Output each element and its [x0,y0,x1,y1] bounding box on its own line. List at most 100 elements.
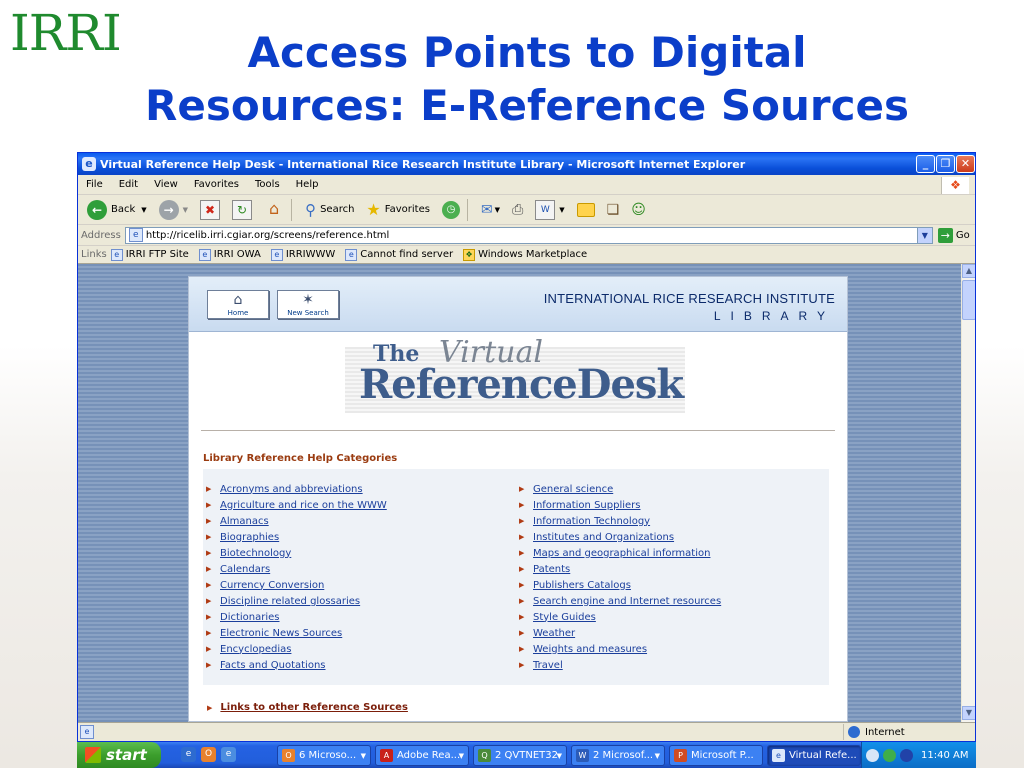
category-patents[interactable]: ▶ Patents [519,561,819,577]
group-dropdown-icon[interactable]: ▼ [459,752,464,760]
category-search-engine-and-internet-resources[interactable]: ▶ Search engine and Internet resources [519,593,819,609]
back-button[interactable]: ← Back ▼ [84,197,150,223]
category-link[interactable]: Weights and measures [533,644,647,655]
menu-view[interactable]: View [146,179,186,190]
address-dropdown-icon[interactable]: ▼ [916,227,932,243]
category-institutes-and-organizations[interactable]: ▶ Institutes and Organizations [519,529,819,545]
category-almanacs[interactable]: ▶ Almanacs [206,513,496,529]
stop-button[interactable]: ✖ [197,197,223,223]
group-dropdown-icon[interactable]: ▼ [655,752,660,760]
category-discipline-related-glossaries[interactable]: ▶ Discipline related glossaries [206,593,496,609]
antivirus-tray-icon[interactable] [883,748,896,762]
folder-button[interactable] [574,197,598,223]
other-reference-sources-link[interactable]: ▶ Links to other Reference Sources [207,702,408,713]
favorites-button[interactable]: ★ Favorites [363,197,433,223]
print-button[interactable]: ⎙ [509,197,526,223]
outlook-quicklaunch-icon[interactable]: O [201,747,216,762]
au-tray-icon[interactable] [900,748,913,762]
category-link[interactable]: Facts and Quotations [220,660,326,671]
mail-dropdown-icon[interactable]: ▼ [495,206,500,214]
menu-help[interactable]: Help [288,179,327,190]
taskbar-button-6-microso[interactable]: O 6 Microso... ▼ [277,745,371,766]
address-url[interactable]: http://ricelib.irri.cgiar.org/screens/re… [146,230,389,241]
category-link[interactable]: Institutes and Organizations [533,532,674,543]
new-search-button[interactable]: ✶ New Search [277,290,339,319]
category-link[interactable]: Discipline related glossaries [220,596,360,607]
close-button[interactable]: ✕ [956,155,975,173]
scroll-thumb[interactable] [962,280,975,320]
category-link[interactable]: Almanacs [220,516,269,527]
category-link[interactable]: Information Technology [533,516,650,527]
taskbar-button-2-qvtnet32[interactable]: Q 2 QVTNET32 ▼ [473,745,567,766]
link-windows-marketplace[interactable]: ❖ Windows Marketplace [463,248,587,261]
category-link[interactable]: Maps and geographical information [533,548,710,559]
scroll-up-icon[interactable]: ▲ [962,264,975,278]
refresh-button[interactable]: ↻ [229,197,255,223]
category-weights-and-measures[interactable]: ▶ Weights and measures [519,641,819,657]
ie-quicklaunch-icon[interactable]: e [181,747,196,762]
category-link[interactable]: Calendars [220,564,270,575]
category-travel[interactable]: ▶ Travel [519,657,819,673]
category-link[interactable]: Search engine and Internet resources [533,596,721,607]
category-link[interactable]: Patents [533,564,570,575]
category-link[interactable]: Weather [533,628,575,639]
taskbar-button-virtual-refe[interactable]: e Virtual Refe... [767,745,861,766]
category-weather[interactable]: ▶ Weather [519,625,819,641]
category-encyclopedias[interactable]: ▶ Encyclopedias [206,641,496,657]
home-button[interactable]: ⌂ [261,197,287,223]
category-calendars[interactable]: ▶ Calendars [206,561,496,577]
category-currency-conversion[interactable]: ▶ Currency Conversion [206,577,496,593]
category-publishers-catalogs[interactable]: ▶ Publishers Catalogs [519,577,819,593]
category-facts-and-quotations[interactable]: ▶ Facts and Quotations [206,657,496,673]
category-biotechnology[interactable]: ▶ Biotechnology [206,545,496,561]
history-button[interactable]: ◷ [439,197,463,223]
forward-button[interactable]: → ▼ [156,197,191,223]
taskbar-button-microsoft-p[interactable]: P Microsoft P... [669,745,763,766]
forward-dropdown-icon[interactable]: ▼ [183,206,188,214]
category-link[interactable]: Acronyms and abbreviations [220,484,363,495]
category-link[interactable]: Information Suppliers [533,500,640,511]
group-dropdown-icon[interactable]: ▼ [361,752,366,760]
menu-favorites[interactable]: Favorites [186,179,247,190]
link-irriwww[interactable]: e IRRIWWW [270,248,335,261]
window-titlebar[interactable]: e Virtual Reference Help Desk - Internat… [78,153,975,175]
category-information-suppliers[interactable]: ▶ Information Suppliers [519,497,819,513]
link-irri-owa[interactable]: e IRRI OWA [198,248,261,261]
mail-button[interactable]: ✉ ▼ [478,197,503,223]
category-link[interactable]: Biographies [220,532,279,543]
restore-button[interactable]: ❐ [936,155,955,173]
category-maps-and-geographical-information[interactable]: ▶ Maps and geographical information [519,545,819,561]
research-button[interactable]: ❏ [604,197,623,223]
category-acronyms-and-abbreviations[interactable]: ▶ Acronyms and abbreviations [206,481,496,497]
category-link[interactable]: Style Guides [533,612,596,623]
category-style-guides[interactable]: ▶ Style Guides [519,609,819,625]
go-button[interactable]: → Go [937,227,970,243]
network-tray-icon[interactable] [866,748,879,762]
taskbar-button-2-microsof[interactable]: W 2 Microsof... ▼ [571,745,665,766]
link-cannot-find-server[interactable]: e Cannot find server [345,248,453,261]
category-link[interactable]: Agriculture and rice on the WWW [220,500,387,511]
category-biographies[interactable]: ▶ Biographies [206,529,496,545]
category-link[interactable]: Travel [533,660,563,671]
category-information-technology[interactable]: ▶ Information Technology [519,513,819,529]
category-link[interactable]: General science [533,484,613,495]
scroll-down-icon[interactable]: ▼ [962,706,975,720]
minimize-button[interactable]: _ [916,155,935,173]
category-electronic-news-sources[interactable]: ▶ Electronic News Sources [206,625,496,641]
link-irri-ftp-site[interactable]: e IRRI FTP Site [110,248,189,261]
address-input[interactable]: e http://ricelib.irri.cgiar.org/screens/… [124,226,933,244]
category-link[interactable]: Encyclopedias [220,644,291,655]
category-link[interactable]: Publishers Catalogs [533,580,631,591]
menu-edit[interactable]: Edit [111,179,146,190]
home-page-button[interactable]: ⌂ Home [207,290,269,319]
category-link[interactable]: Dictionaries [220,612,280,623]
category-agriculture-and-rice-on-the-www[interactable]: ▶ Agriculture and rice on the WWW [206,497,496,513]
category-link[interactable]: Biotechnology [220,548,291,559]
edit-button[interactable]: W ▼ [532,197,567,223]
group-dropdown-icon[interactable]: ▼ [557,752,562,760]
search-button[interactable]: ⚲ Search [302,197,357,223]
category-general-science[interactable]: ▶ General science [519,481,819,497]
menu-tools[interactable]: Tools [247,179,288,190]
category-link[interactable]: Electronic News Sources [220,628,342,639]
desktop-quicklaunch-icon[interactable]: e [221,747,236,762]
